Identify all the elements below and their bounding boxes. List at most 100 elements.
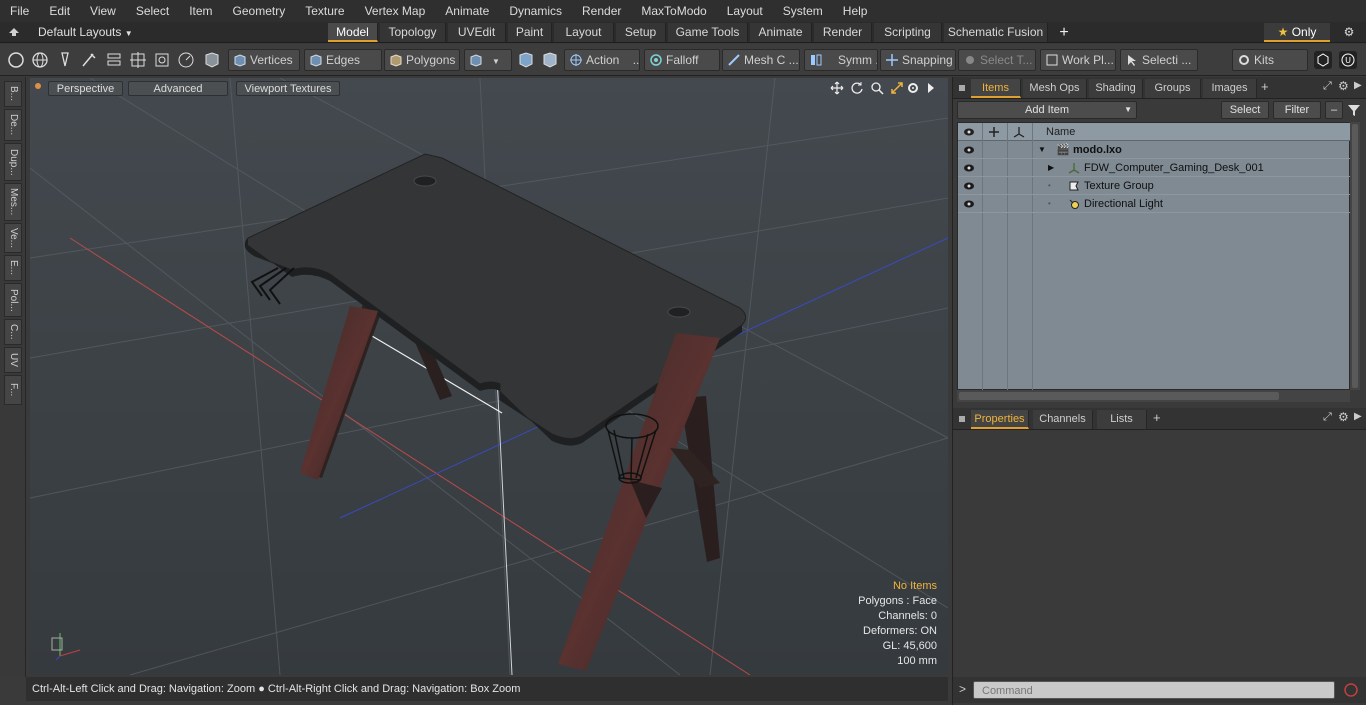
menu-geometry[interactable]: Geometry (223, 0, 296, 22)
tab-layout[interactable]: Layout (554, 23, 614, 42)
record-icon[interactable] (1343, 682, 1359, 698)
menu-maxtomodo[interactable]: MaxToModo (631, 0, 716, 22)
strip-tab-vertex[interactable]: Ve... (4, 223, 22, 253)
strip-tab-deform[interactable]: De... (4, 109, 22, 141)
tab-animate[interactable]: Animate (750, 23, 812, 42)
maximize-view-icon[interactable] (890, 81, 904, 95)
tab-game-tools[interactable]: Game Tools (668, 23, 748, 42)
tree-row-scene[interactable]: ▼ 🎬 modo.lxo (958, 141, 1351, 159)
kits-button[interactable]: Kits (1232, 49, 1308, 71)
menu-render[interactable]: Render (572, 0, 631, 22)
action-center-button[interactable]: Action ... (564, 49, 640, 71)
grid-cross-icon[interactable] (128, 50, 148, 70)
tree-row-light[interactable]: • Directional Light (958, 195, 1351, 213)
cube-shield-icon[interactable] (202, 50, 222, 70)
tab-render[interactable]: Render (814, 23, 872, 42)
mesh-constraint-button[interactable]: Mesh C ... (722, 49, 800, 71)
strip-tab-edge[interactable]: E... (4, 255, 22, 281)
tab-groups[interactable]: Groups (1145, 79, 1201, 98)
symmetry-button[interactable]: Symm ... (804, 49, 878, 71)
play-arrow-icon[interactable] (926, 82, 936, 94)
tree-row-texture-group[interactable]: • Texture Group (958, 177, 1351, 195)
eye-icon[interactable] (963, 181, 975, 191)
tab-lists[interactable]: Lists (1097, 410, 1147, 429)
tab-topology[interactable]: Topology (380, 23, 446, 42)
select-through-button[interactable]: Select T... (958, 49, 1036, 71)
strip-tab-duplicate[interactable]: Dup... (4, 143, 22, 181)
panel-menu-icon[interactable] (959, 416, 965, 422)
add-tab-button[interactable]: + (1056, 22, 1072, 43)
work-plane-button[interactable]: Work Pl... (1040, 49, 1116, 71)
command-input[interactable]: Command (973, 681, 1335, 699)
gear-icon[interactable]: ⚙ (1340, 22, 1358, 43)
filter-button[interactable]: Filter (1273, 101, 1321, 119)
strip-tab-curve[interactable]: C... (4, 319, 22, 345)
panel-menu-icon[interactable] (959, 85, 965, 91)
funnel-icon[interactable] (1347, 103, 1361, 117)
tree-hscroll-thumb[interactable] (959, 392, 1279, 400)
selection-sets-button[interactable]: Selecti ... (1120, 49, 1198, 71)
globe-icon[interactable] (30, 50, 50, 70)
tree-scroll-thumb[interactable] (1352, 124, 1358, 388)
menu-view[interactable]: View (80, 0, 126, 22)
vertices-button[interactable]: Vertices (228, 49, 300, 71)
polygons-button[interactable]: Polygons (384, 49, 460, 71)
strip-tab-polygon[interactable]: Pol... (4, 283, 22, 317)
axis-column-icon[interactable] (1013, 126, 1025, 138)
strip-tab-basic[interactable]: B... (4, 81, 22, 107)
add-item-dropdown[interactable]: Add Item ▼ (957, 101, 1137, 119)
menu-item[interactable]: Item (179, 0, 222, 22)
tab-paint[interactable]: Paint (508, 23, 552, 42)
rotate-view-icon[interactable] (850, 81, 864, 95)
menu-animate[interactable]: Animate (435, 0, 499, 22)
3d-viewport[interactable]: Perspective Advanced Viewport Textures N… (30, 78, 948, 675)
menu-help[interactable]: Help (833, 0, 878, 22)
item-mode-dropdown[interactable]: ▼ (464, 49, 512, 71)
eye-icon[interactable] (963, 145, 975, 155)
select-button[interactable]: Select (1221, 101, 1269, 119)
material-sphere-2-icon[interactable] (540, 50, 560, 70)
tab-schematic-fusion[interactable]: Schematic Fusion (944, 23, 1048, 42)
tree-row-mesh[interactable]: ▶ FDW_Computer_Gaming_Desk_001 (958, 159, 1351, 177)
layout-arrow-icon[interactable] (8, 26, 20, 38)
strip-tab-fusion[interactable]: F... (4, 375, 22, 405)
zoom-view-icon[interactable] (870, 81, 884, 95)
box-icon[interactable] (152, 50, 172, 70)
visibility-column-icon[interactable] (963, 127, 975, 137)
add-tab-icon[interactable]: + (1153, 410, 1161, 425)
lock-column-icon[interactable] (988, 126, 1000, 138)
menu-dynamics[interactable]: Dynamics (499, 0, 572, 22)
brush-icon[interactable] (79, 50, 99, 70)
pen-icon[interactable] (55, 50, 75, 70)
panel-gear-icon[interactable]: ⚙ (1338, 410, 1349, 424)
panel-arrow-icon[interactable]: ▶ (1354, 80, 1362, 91)
only-toggle[interactable]: ★ Only (1264, 23, 1330, 42)
circle-select-icon[interactable] (6, 50, 26, 70)
expand-arrow-icon[interactable]: ▼ (1038, 141, 1046, 159)
menu-file[interactable]: File (0, 0, 39, 22)
tab-model[interactable]: Model (328, 23, 378, 42)
tab-channels[interactable]: Channels (1033, 410, 1093, 429)
eye-icon[interactable] (963, 199, 975, 209)
viewport-gear-icon[interactable] (906, 81, 920, 95)
viewport-textures-button[interactable]: Viewport Textures (236, 81, 340, 96)
tab-items[interactable]: Items (971, 79, 1021, 98)
panel-arrow-icon[interactable]: ▶ (1354, 411, 1362, 422)
strip-tab-uv[interactable]: UV (4, 347, 22, 373)
menu-vertex-map[interactable]: Vertex Map (355, 0, 436, 22)
strip-tab-mesh[interactable]: Mes... (4, 183, 22, 221)
align-icon[interactable] (104, 50, 124, 70)
edges-button[interactable]: Edges (304, 49, 382, 71)
menu-select[interactable]: Select (126, 0, 179, 22)
unity-icon[interactable] (1313, 50, 1333, 70)
panel-gear-icon[interactable]: ⚙ (1338, 79, 1349, 93)
collapse-button[interactable]: – (1325, 101, 1343, 119)
advanced-button[interactable]: Advanced (128, 81, 228, 96)
tab-properties[interactable]: Properties (971, 410, 1029, 429)
unreal-icon[interactable]: U (1338, 50, 1358, 70)
tab-images[interactable]: Images (1203, 79, 1257, 98)
eye-icon[interactable] (963, 163, 975, 173)
material-sphere-icon[interactable] (516, 50, 536, 70)
tree-horizontal-scrollbar[interactable] (957, 390, 1350, 402)
menu-system[interactable]: System (773, 0, 833, 22)
